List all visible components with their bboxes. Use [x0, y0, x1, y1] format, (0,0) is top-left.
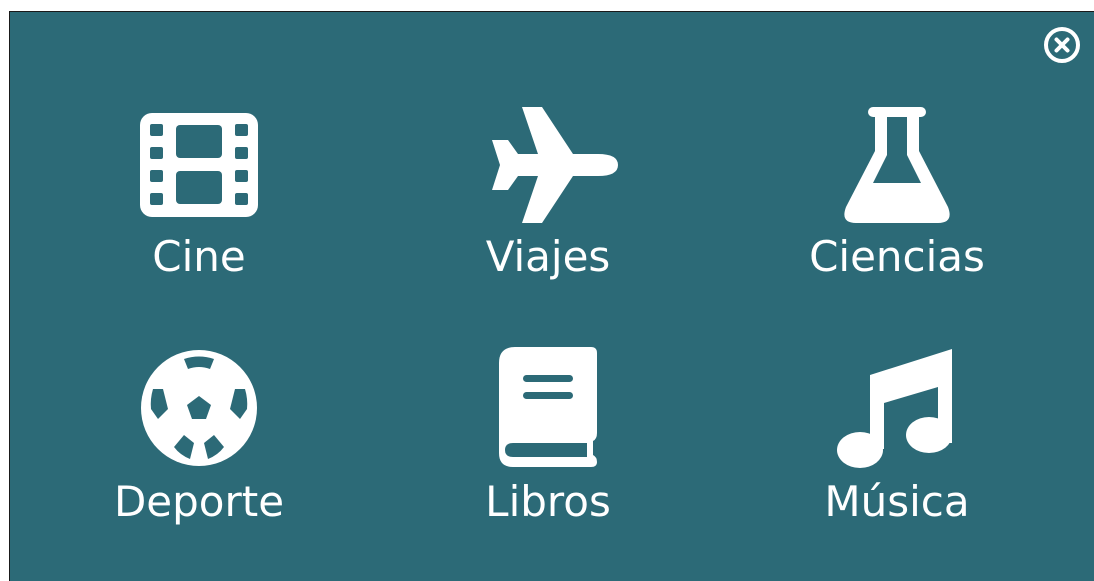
- category-label: Música: [824, 477, 970, 526]
- category-ciencias[interactable]: Ciencias: [747, 107, 1047, 307]
- soccer-ball-icon: [141, 350, 257, 466]
- book-icon: [499, 347, 597, 467]
- category-menu-panel: Cine Viajes Ciencias Deporte Libros Músi…: [9, 11, 1094, 581]
- category-libros[interactable]: Libros: [398, 347, 698, 547]
- category-deporte[interactable]: Deporte: [49, 347, 349, 547]
- category-musica[interactable]: Música: [747, 347, 1047, 547]
- film-icon: [140, 113, 258, 217]
- category-cine[interactable]: Cine: [49, 107, 349, 307]
- category-label: Viajes: [485, 232, 611, 281]
- category-label: Ciencias: [809, 232, 985, 281]
- airplane-icon: [492, 107, 618, 223]
- flask-icon: [844, 107, 950, 223]
- category-label: Deporte: [113, 477, 285, 526]
- category-viajes[interactable]: Viajes: [398, 107, 698, 307]
- category-label: Libros: [485, 477, 611, 526]
- category-label: Cine: [152, 232, 246, 281]
- music-note-icon: [837, 349, 952, 468]
- close-icon[interactable]: [1043, 26, 1081, 64]
